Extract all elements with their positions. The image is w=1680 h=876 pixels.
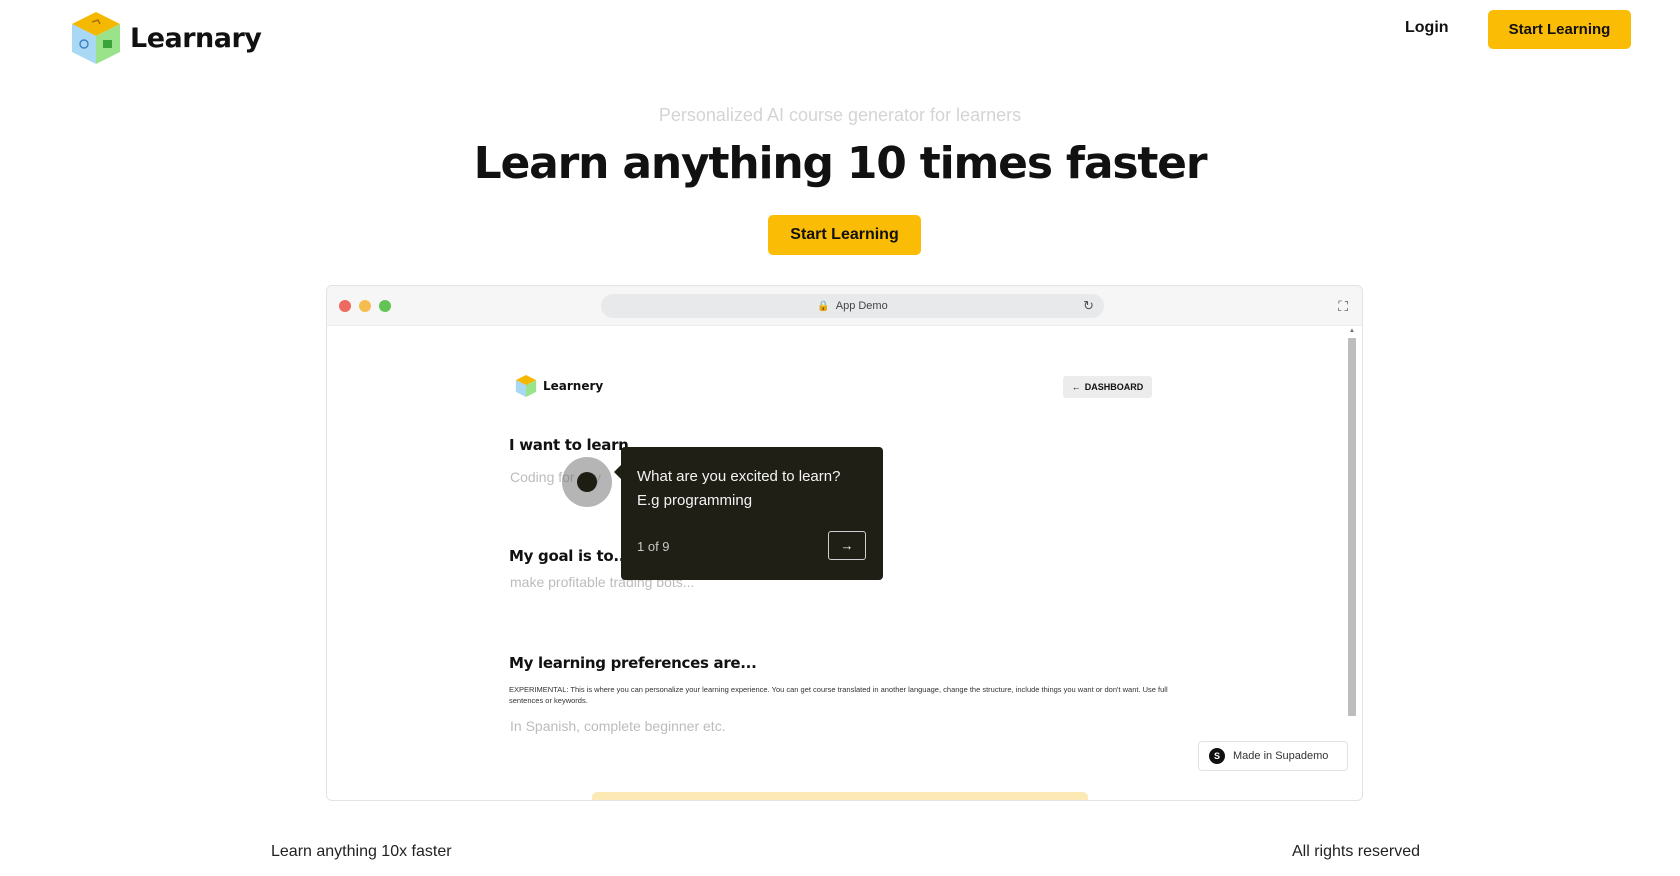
- experimental-note: EXPERIMENTAL: This is where you can pers…: [509, 685, 1168, 705]
- scroll-thumb[interactable]: [1348, 338, 1356, 716]
- arrow-right-icon: →: [840, 538, 854, 553]
- window-minimize-dot: [359, 300, 371, 312]
- tooltip-pointer: [614, 465, 621, 479]
- tooltip-step-counter: 1 of 9: [637, 539, 670, 554]
- question-preferences-label: My learning preferences are...: [509, 654, 757, 672]
- url-bar: 🔒 App Demo ↻: [601, 294, 1104, 318]
- dashboard-button[interactable]: ← DASHBOARD: [1063, 376, 1152, 398]
- cursor-hotspot-icon[interactable]: [577, 472, 597, 492]
- start-learning-button-header[interactable]: Start Learning: [1488, 10, 1631, 49]
- demo-viewport[interactable]: Learnery ← DASHBOARD I want to learn... …: [327, 326, 1362, 800]
- window-close-dot: [339, 300, 351, 312]
- brand-name: Learnary: [130, 22, 262, 54]
- lock-icon: 🔒: [817, 300, 830, 312]
- inner-brand-logo: Learnery: [515, 374, 603, 398]
- made-in-supademo-badge[interactable]: S Made in Supademo: [1198, 741, 1348, 771]
- demo-browser-frame: 🔒 App Demo ↻ ⛶ Learnery ← DASHBOARD I wa…: [326, 285, 1363, 801]
- partial-submit-button: [592, 792, 1088, 800]
- cube-logo-icon: [72, 12, 120, 64]
- scrollbar[interactable]: ▲ ▼: [1348, 328, 1356, 800]
- footer-rights: All rights reserved: [1292, 843, 1421, 860]
- brand-logo[interactable]: Learnary: [70, 10, 262, 66]
- reload-icon[interactable]: ↻: [1083, 298, 1094, 314]
- tooltip-text: What are you excited to learn? E.g progr…: [637, 468, 841, 509]
- question-goal-label: My goal is to...: [509, 547, 630, 565]
- browser-toolbar: 🔒 App Demo ↻ ⛶: [327, 286, 1362, 326]
- tooltip-next-button[interactable]: →: [828, 531, 866, 560]
- login-link[interactable]: Login: [1405, 19, 1449, 37]
- scroll-up-icon[interactable]: ▲: [1348, 328, 1356, 334]
- arrow-left-icon: ←: [1071, 382, 1081, 392]
- site-header: Learnary Login Start Learning: [0, 0, 1680, 80]
- hero-title: Learn anything 10 times faster: [473, 138, 1208, 189]
- hero-subtitle: Personalized AI course generator for lea…: [658, 105, 1022, 125]
- supademo-logo-icon: S: [1209, 748, 1225, 764]
- start-learning-button-hero[interactable]: Start Learning: [768, 215, 921, 255]
- inner-cube-logo-icon: [515, 375, 537, 397]
- demo-tooltip: What are you excited to learn? E.g progr…: [614, 447, 883, 580]
- preferences-input[interactable]: In Spanish, complete beginner etc.: [510, 718, 726, 734]
- window-maximize-dot: [379, 300, 391, 312]
- expand-icon[interactable]: ⛶: [1338, 298, 1348, 315]
- made-in-label: Made in Supademo: [1233, 750, 1329, 762]
- dashboard-label: DASHBOARD: [1084, 382, 1144, 392]
- url-label: App Demo: [835, 300, 888, 312]
- inner-brand-name: Learnery: [543, 379, 604, 393]
- footer-tagline: Learn anything 10x faster: [271, 843, 452, 860]
